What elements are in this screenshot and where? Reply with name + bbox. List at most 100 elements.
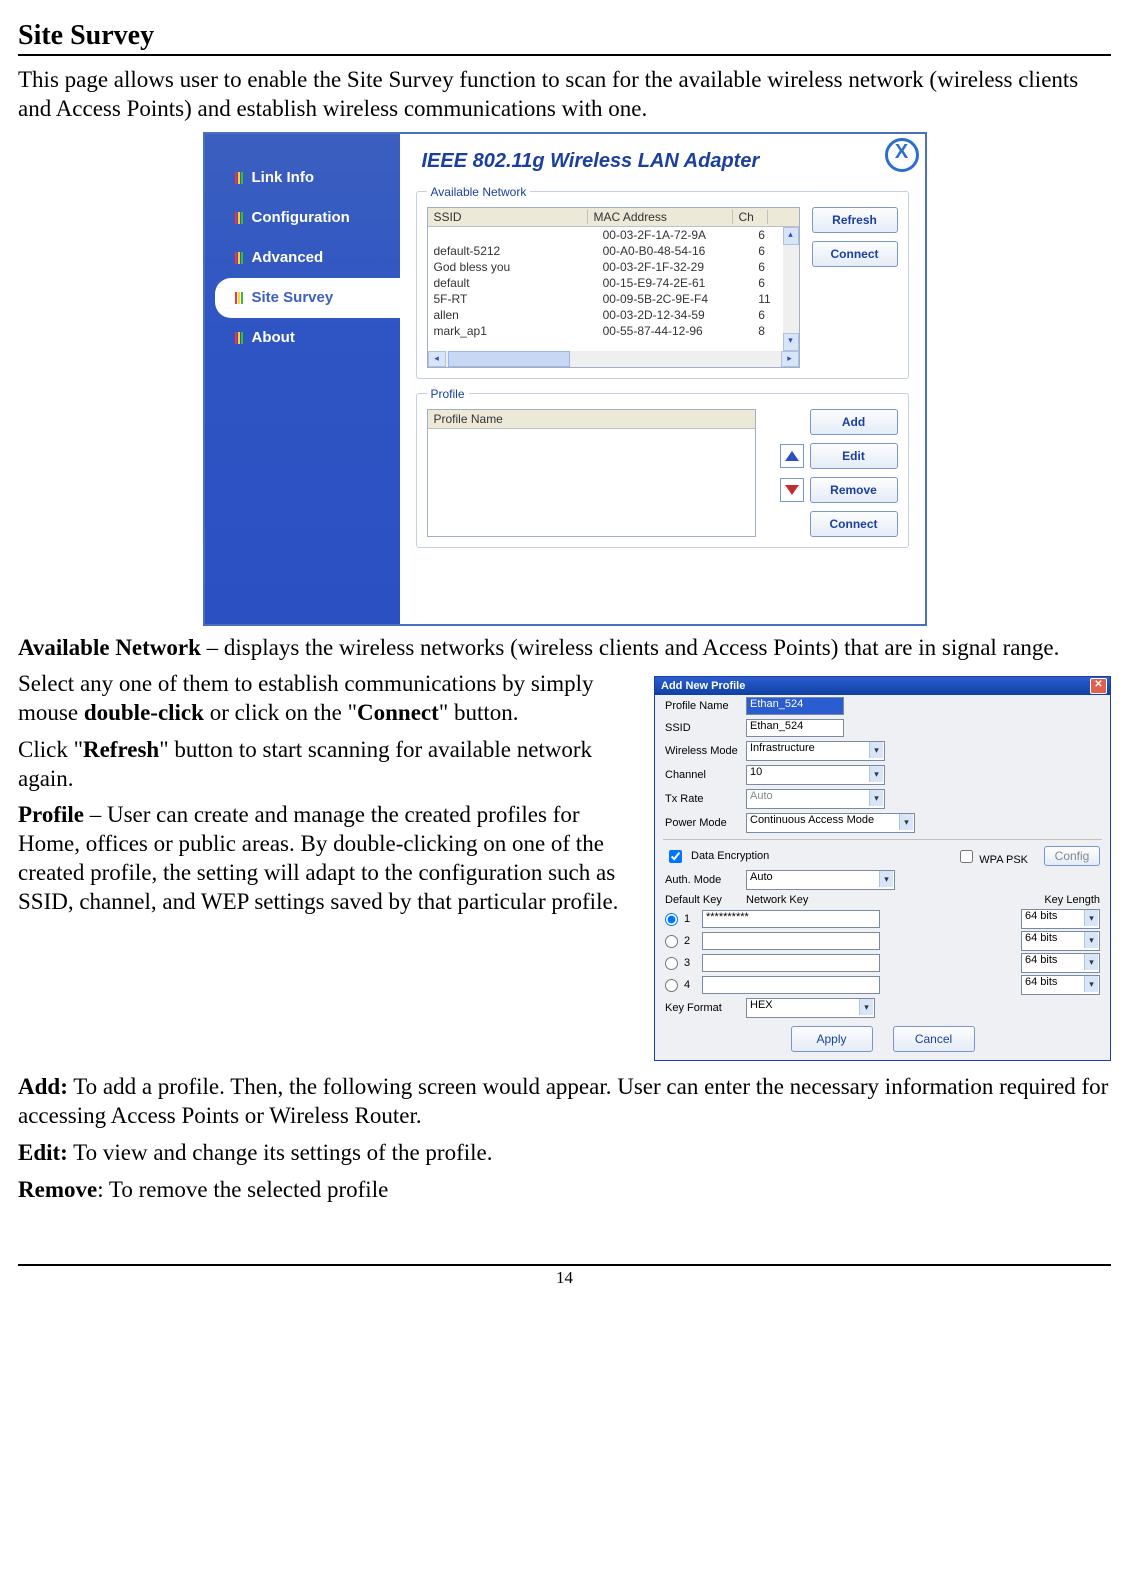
sidebar-item-label: Site Survey bbox=[252, 289, 334, 306]
label-network-key: Network Key bbox=[746, 894, 808, 906]
wpa-psk-checkbox[interactable] bbox=[960, 850, 973, 863]
sidebar: Link Info Configuration Advanced Site Su… bbox=[205, 134, 400, 624]
move-up-button[interactable] bbox=[780, 444, 804, 468]
scroll-right-icon[interactable]: ▸ bbox=[781, 351, 799, 367]
ssid-field[interactable]: Ethan_524 bbox=[746, 719, 844, 737]
label-ssid: SSID bbox=[665, 722, 740, 734]
table-row[interactable]: allen00-03-2D-12-34-596 bbox=[428, 307, 799, 323]
keylen2-select[interactable]: 64 bits bbox=[1021, 931, 1100, 951]
cancel-button[interactable]: Cancel bbox=[893, 1026, 975, 1052]
config-button: Config bbox=[1044, 846, 1100, 866]
key-radio-3[interactable] bbox=[665, 957, 678, 970]
power-mode-select[interactable]: Continuous Access Mode bbox=[746, 813, 915, 833]
wireless-mode-select[interactable]: Infrastructure bbox=[746, 741, 885, 761]
keylen1-select[interactable]: 64 bits bbox=[1021, 909, 1100, 929]
bars-icon bbox=[235, 292, 244, 304]
edit-button[interactable]: Edit bbox=[810, 443, 898, 469]
key2-field[interactable] bbox=[702, 932, 880, 950]
table-row[interactable]: default-521200-A0-B0-48-54-166 bbox=[428, 243, 799, 259]
page-title: Site Survey bbox=[18, 20, 1111, 56]
key4-field[interactable] bbox=[702, 976, 880, 994]
key3-field[interactable] bbox=[702, 954, 880, 972]
sidebar-item-site-survey[interactable]: Site Survey bbox=[215, 278, 400, 318]
remove-button[interactable]: Remove bbox=[810, 477, 898, 503]
sidebar-item-label: Advanced bbox=[252, 249, 324, 266]
label-key-format: Key Format bbox=[665, 1002, 740, 1014]
profile-connect-button[interactable]: Connect bbox=[810, 511, 898, 537]
keylen3-select[interactable]: 64 bits bbox=[1021, 953, 1100, 973]
refresh-button[interactable]: Refresh bbox=[812, 207, 898, 233]
available-network-legend: Available Network bbox=[427, 185, 531, 199]
table-row[interactable]: mark_ap100-55-87-44-12-968 bbox=[428, 323, 799, 339]
remove-paragraph: Remove: To remove the selected profile bbox=[18, 1176, 1111, 1205]
label-data-encryption: Data Encryption bbox=[691, 850, 769, 862]
auth-mode-select[interactable]: Auto bbox=[746, 870, 895, 890]
sidebar-item-label: About bbox=[252, 329, 295, 346]
sidebar-item-label: Configuration bbox=[252, 209, 350, 226]
horizontal-scrollbar[interactable]: ◂ ▸ bbox=[428, 351, 799, 367]
close-icon[interactable]: X bbox=[885, 138, 919, 172]
page-number: 14 bbox=[18, 1264, 1111, 1288]
label-wireless-mode: Wireless Mode bbox=[665, 745, 740, 757]
vertical-scrollbar[interactable]: ▴ ▾ bbox=[783, 227, 799, 351]
sidebar-item-configuration[interactable]: Configuration bbox=[205, 198, 400, 238]
label-channel: Channel bbox=[665, 769, 740, 781]
label-default-key: Default Key bbox=[665, 894, 740, 906]
dialog-title: Add New Profile bbox=[661, 680, 745, 692]
channel-select[interactable]: 10 bbox=[746, 765, 885, 785]
scroll-up-icon[interactable]: ▴ bbox=[783, 227, 799, 245]
close-icon[interactable]: ✕ bbox=[1090, 678, 1107, 694]
table-row[interactable]: God bless you00-03-2F-1F-32-296 bbox=[428, 259, 799, 275]
col-channel[interactable]: Ch bbox=[733, 210, 768, 224]
profile-name-field[interactable]: Ethan_524 bbox=[746, 697, 844, 715]
sidebar-item-advanced[interactable]: Advanced bbox=[205, 238, 400, 278]
key1-field[interactable]: ********** bbox=[702, 910, 880, 928]
bars-icon bbox=[235, 332, 244, 344]
sidebar-item-link-info[interactable]: Link Info bbox=[205, 158, 400, 198]
connect-button[interactable]: Connect bbox=[812, 241, 898, 267]
label-power-mode: Power Mode bbox=[665, 817, 740, 829]
network-table[interactable]: SSID MAC Address Ch ▴ ▾ 00-03-2F- bbox=[427, 207, 800, 368]
bars-icon bbox=[235, 252, 244, 264]
apply-button[interactable]: Apply bbox=[791, 1026, 873, 1052]
intro-paragraph: This page allows user to enable the Site… bbox=[18, 66, 1111, 124]
data-encryption-checkbox[interactable] bbox=[669, 850, 682, 863]
sidebar-item-about[interactable]: About bbox=[205, 318, 400, 358]
profile-group: Profile Profile Name Add Edit bbox=[416, 387, 909, 548]
label-auth-mode: Auth. Mode bbox=[665, 874, 740, 886]
col-profile-name[interactable]: Profile Name bbox=[428, 410, 755, 429]
screenshot-site-survey: Link Info Configuration Advanced Site Su… bbox=[18, 132, 1111, 626]
col-mac[interactable]: MAC Address bbox=[588, 210, 733, 224]
available-network-paragraph: Available Network – displays the wireles… bbox=[18, 634, 1111, 663]
col-ssid[interactable]: SSID bbox=[428, 210, 588, 224]
add-button[interactable]: Add bbox=[810, 409, 898, 435]
keylen4-select[interactable]: 64 bits bbox=[1021, 975, 1100, 995]
scroll-down-icon[interactable]: ▾ bbox=[783, 333, 799, 351]
add-profile-dialog: Add New Profile ✕ Profile Name Ethan_524… bbox=[654, 676, 1111, 1061]
key-radio-2[interactable] bbox=[665, 935, 678, 948]
label-wpa-psk: WPA PSK bbox=[979, 854, 1028, 866]
scroll-left-icon[interactable]: ◂ bbox=[428, 351, 446, 367]
bars-icon bbox=[235, 172, 244, 184]
move-down-button[interactable] bbox=[780, 478, 804, 502]
bars-icon bbox=[235, 212, 244, 224]
scroll-thumb[interactable] bbox=[448, 351, 570, 367]
label-tx-rate: Tx Rate bbox=[665, 793, 740, 805]
key-radio-1[interactable] bbox=[665, 913, 678, 926]
edit-paragraph: Edit: To view and change its settings of… bbox=[18, 1139, 1111, 1168]
dialog-titlebar[interactable]: Add New Profile ✕ bbox=[655, 677, 1110, 695]
key-radio-4[interactable] bbox=[665, 979, 678, 992]
table-row[interactable]: 00-03-2F-1A-72-9A6 bbox=[428, 227, 799, 243]
add-paragraph: Add: To add a profile. Then, the followi… bbox=[18, 1073, 1111, 1131]
sidebar-item-label: Link Info bbox=[252, 169, 315, 186]
key-format-select[interactable]: HEX bbox=[746, 998, 875, 1018]
table-row[interactable]: 5F-RT00-09-5B-2C-9E-F411 bbox=[428, 291, 799, 307]
profile-list[interactable]: Profile Name bbox=[427, 409, 756, 537]
panel-title: IEEE 802.11g Wireless LAN Adapter bbox=[422, 150, 911, 173]
label-profile-name: Profile Name bbox=[665, 700, 740, 712]
table-row[interactable]: default00-15-E9-74-2E-616 bbox=[428, 275, 799, 291]
chevron-down-icon bbox=[785, 485, 799, 495]
chevron-up-icon bbox=[785, 451, 799, 461]
label-key-length: Key Length bbox=[1044, 894, 1100, 906]
tx-rate-select: Auto bbox=[746, 789, 885, 809]
